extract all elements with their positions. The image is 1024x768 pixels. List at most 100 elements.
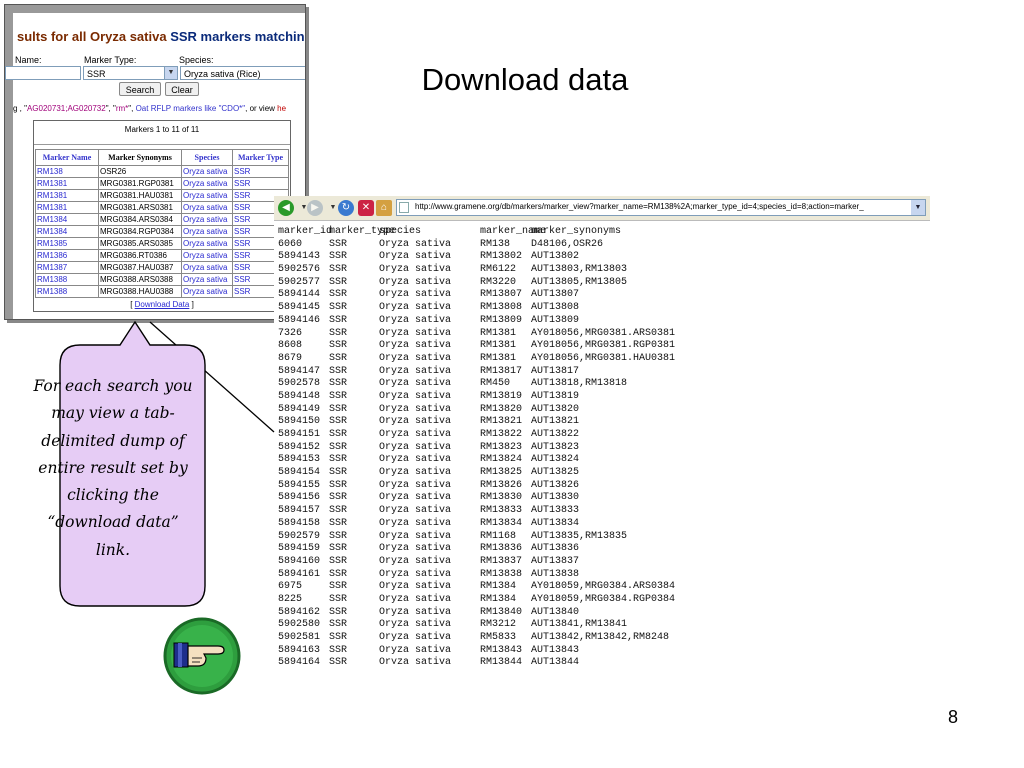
- dump-row: 5894164 SSR Oryza sativa RM13844 AUT13844: [278, 657, 928, 664]
- species-link[interactable]: Oryza sativa: [181, 261, 233, 274]
- stop-icon[interactable]: ✕: [358, 200, 374, 216]
- dump-cell: RM13809: [480, 314, 523, 326]
- synonym-cell: OSR26: [98, 165, 182, 178]
- tab-delimited-dump: marker_id marker_type species marker_name ma…: [278, 226, 928, 664]
- dump-cell: 8679: [278, 352, 303, 364]
- marker-name-link[interactable]: RM1385: [35, 237, 99, 250]
- marker-type-select[interactable]: SSR ▼: [83, 66, 178, 80]
- dump-cell: AY018059,MRG0384.RGP0384: [531, 593, 676, 605]
- help-link[interactable]: he: [277, 104, 286, 113]
- clear-button[interactable]: Clear: [165, 82, 199, 96]
- column-header[interactable]: Marker Name: [35, 149, 99, 166]
- dump-row: 5894160 SSR Oryza sativa RM13837 AUT13837: [278, 556, 928, 569]
- dump-row: 6975 SSR Oryza sativa RM1384 AY018059,MRG038…: [278, 581, 928, 594]
- dump-cell: SSR: [329, 555, 348, 567]
- species-link[interactable]: Oryza sativa: [181, 285, 233, 298]
- dump-cell: SSR: [329, 390, 348, 402]
- dump-cell: AUT13840: [531, 606, 580, 618]
- chevron-down-icon[interactable]: ▼: [164, 67, 177, 79]
- dump-cell: AUT13842,RM13842,RM8248: [531, 632, 670, 643]
- marker-name-link[interactable]: RM1381: [35, 177, 99, 190]
- table-row: RM1381 MRG0381.ARS0381 Oryza sativa SSR: [35, 201, 289, 214]
- dump-row: 5894154 SSR Oryza sativa RM13825 AUT13825: [278, 467, 928, 480]
- synonym-cell: MRG0381.HAU0381: [98, 189, 182, 202]
- dump-cell: 5894152: [278, 441, 321, 453]
- dump-row: 5894146 SSR Oryza sativa RM13809 AUT13809: [278, 315, 928, 328]
- marker-name-link[interactable]: RM1388: [35, 273, 99, 286]
- dump-cell: Oryza sativa: [379, 454, 452, 466]
- dump-cell: RM13807: [480, 289, 523, 301]
- back-icon[interactable]: ◀: [278, 200, 294, 216]
- name-input[interactable]: [5, 66, 81, 80]
- dump-cell: 5894162: [278, 606, 321, 618]
- dump-cell: SSR: [329, 429, 348, 440]
- home-icon[interactable]: ⌂: [376, 200, 392, 216]
- forward-icon[interactable]: ▶: [307, 200, 323, 216]
- dump-cell: SSR: [329, 568, 348, 580]
- download-data-link[interactable]: Download Data: [135, 300, 190, 309]
- column-header[interactable]: Species: [181, 149, 233, 166]
- marker-name-link[interactable]: RM1384: [35, 213, 99, 226]
- url-text[interactable]: http://www.gramene.org/db/markers/marker…: [415, 202, 864, 211]
- marker-name-link[interactable]: RM1381: [35, 201, 99, 214]
- dump-cell: RM1381: [480, 352, 517, 364]
- dump-cell: 5894146: [278, 314, 321, 326]
- marker-type-link[interactable]: SSR: [232, 165, 289, 178]
- synonym-cell: MRG0388.HAU0388: [98, 285, 182, 298]
- dump-cell: SSR: [329, 276, 348, 288]
- dump-cell: marker_id: [278, 226, 333, 237]
- dump-cell: Oryza sativa: [379, 644, 452, 656]
- dump-cell: SSR: [329, 593, 348, 605]
- species-link[interactable]: Oryza sativa: [181, 177, 233, 190]
- marker-name-link[interactable]: RM1381: [35, 189, 99, 202]
- dump-cell: SSR: [329, 619, 348, 631]
- species-link[interactable]: Oryza sativa: [181, 237, 233, 250]
- hand-pointer-icon[interactable]: [162, 616, 242, 696]
- dump-cell: Oryza sativa: [379, 568, 452, 580]
- refresh-icon[interactable]: ↻: [338, 200, 354, 216]
- dump-cell: 5894153: [278, 454, 321, 466]
- species-link[interactable]: Oryza sativa: [181, 189, 233, 202]
- dump-cell: SSR: [329, 352, 348, 364]
- marker-name-link[interactable]: RM1387: [35, 261, 99, 274]
- marker-type-link[interactable]: SSR: [232, 177, 289, 190]
- species-select[interactable]: Oryza sativa (Rice): [180, 66, 305, 80]
- species-link[interactable]: Oryza sativa: [181, 201, 233, 214]
- example-link[interactable]: Oat RFLP markers like "CDO*": [136, 104, 246, 113]
- species-link[interactable]: Oryza sativa: [181, 165, 233, 178]
- marker-name-link[interactable]: RM138: [35, 165, 99, 178]
- species-link[interactable]: Oryza sativa: [181, 225, 233, 238]
- dump-cell: AUT13822: [531, 429, 580, 440]
- dump-cell: RM13844: [480, 657, 523, 664]
- column-header[interactable]: Marker Type: [232, 149, 289, 166]
- chevron-down-icon[interactable]: ▼: [911, 200, 925, 215]
- example-link[interactable]: AG020731;AG020732: [27, 104, 106, 113]
- marker-name-link[interactable]: RM1386: [35, 249, 99, 262]
- dump-cell: RM13808: [480, 302, 523, 314]
- search-button[interactable]: Search: [119, 82, 161, 96]
- dump-cell: RM13826: [480, 479, 523, 491]
- dump-cell: 5902579: [278, 530, 321, 542]
- marker-name-link[interactable]: RM1384: [35, 225, 99, 238]
- address-bar[interactable]: http://www.gramene.org/db/markers/marker…: [396, 199, 926, 216]
- species-link[interactable]: Oryza sativa: [181, 249, 233, 262]
- dump-cell: SSR: [329, 302, 348, 314]
- table-row: RM1387 MRG0387.HAU0387 Oryza sativa SSR: [35, 261, 289, 274]
- dump-cell: RM5833: [480, 632, 517, 643]
- dump-cell: RM1384: [480, 593, 517, 605]
- marker-name-link[interactable]: RM1388: [35, 285, 99, 298]
- dump-cell: AUT13823: [531, 441, 580, 453]
- table-row: RM1386 MRG0386.RT0386 Oryza sativa SSR: [35, 249, 289, 262]
- dump-cell: SSR: [329, 644, 348, 656]
- synonym-cell: MRG0381.ARS0381: [98, 201, 182, 214]
- example-link[interactable]: rm*: [116, 104, 128, 113]
- dump-cell: Oryza sativa: [379, 593, 452, 605]
- window-frame: [5, 5, 13, 319]
- species-link[interactable]: Oryza sativa: [181, 273, 233, 286]
- dump-cell: AUT13808: [531, 302, 580, 314]
- dump-row: 5902580 SSR Oryza sativa RM3212 AUT13841,RM1…: [278, 619, 928, 632]
- dump-cell: 5894151: [278, 429, 321, 440]
- synonym-cell: MRG0386.RT0386: [98, 249, 182, 262]
- species-link[interactable]: Oryza sativa: [181, 213, 233, 226]
- dump-cell: 5894145: [278, 302, 321, 314]
